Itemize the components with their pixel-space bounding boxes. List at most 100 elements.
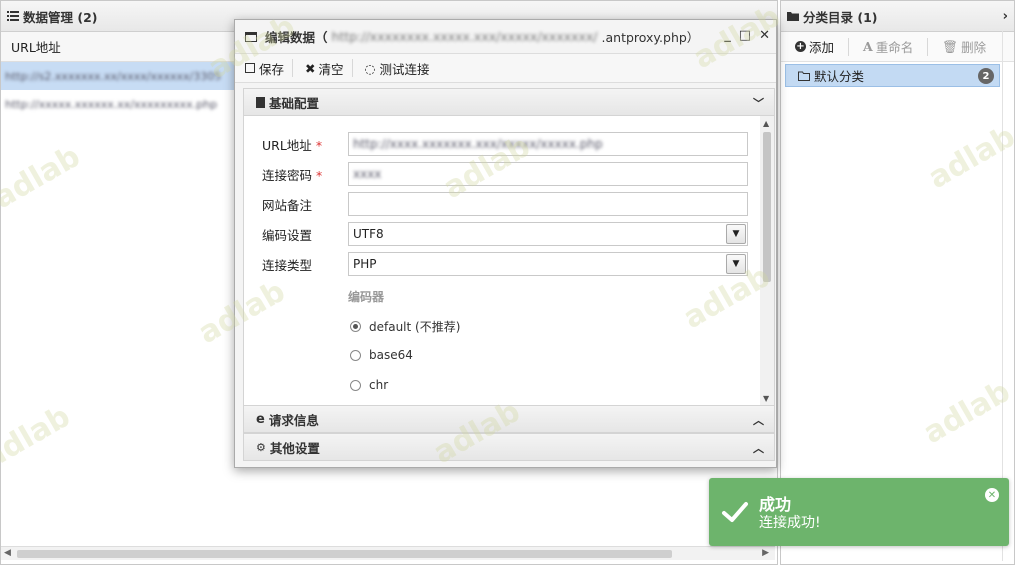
note-row: 网站备注 — [262, 192, 348, 216]
section-other-settings[interactable]: ⚙ 其他设置 ︿ — [243, 433, 775, 461]
list-icon — [7, 11, 19, 21]
radio-checked-icon[interactable] — [350, 321, 361, 332]
delete-category-button[interactable]: 🗑 删除 — [942, 37, 986, 56]
dialog-title-file: .antproxy.php） — [601, 30, 700, 45]
row-url: http://xxxxx.xxxxxx.xx/xxxxxxxxx.php — [5, 97, 218, 111]
category-count-badge: 2 — [978, 68, 994, 84]
spinner-icon: ◌ — [364, 60, 376, 76]
basic-config-form: URL地址 * http://xxxx.xxxxxxx.xxx/xxxxx/xxx… — [243, 116, 775, 406]
encoding-label: 编码设置 — [262, 227, 313, 243]
radio-unchecked-icon[interactable] — [350, 349, 361, 361]
password-row: 连接密码 * — [262, 162, 348, 186]
note-label: 网站备注 — [262, 197, 313, 213]
category-name: 默认分类 — [814, 69, 865, 84]
url-label: URL地址 * — [262, 137, 323, 153]
save-button[interactable]: 保存 — [245, 59, 284, 78]
encoder-radio-default[interactable]: default (不推荐) — [350, 318, 460, 335]
chevron-down-icon[interactable]: ▼ — [726, 224, 746, 244]
section-other-title: 其他设置 — [269, 440, 320, 456]
data-manager-title: 数据管理 (2) — [23, 9, 98, 25]
encoding-value: UTF8 — [353, 227, 384, 241]
type-select[interactable]: PHP ▼ — [348, 252, 748, 276]
dialog-titlebar[interactable]: 编辑数据（ http://xxxxxxxx.xxxxx.xxx/xxxxx/xx… — [235, 20, 776, 53]
toolbar-divider — [351, 59, 353, 77]
encoding-row: 编码设置 — [262, 222, 348, 246]
category-title: 分类目录 (1) — [803, 9, 878, 25]
scroll-right-icon[interactable]: ▶ — [762, 548, 769, 558]
minimize-icon[interactable]: _ — [724, 28, 731, 43]
edge-icon: e — [256, 411, 265, 427]
chevron-down-icon[interactable]: ﹀ — [753, 95, 764, 111]
type-label: 连接类型 — [262, 257, 313, 273]
scrollbar-thumb[interactable] — [17, 550, 672, 558]
horizontal-scrollbar[interactable]: ◀ ▶ — [1, 546, 775, 560]
floppy-icon — [245, 63, 255, 73]
radio-unchecked-icon[interactable] — [350, 379, 361, 391]
window-controls: _ □ ✕ — [724, 28, 770, 43]
test-label: 测试连接 — [379, 61, 430, 77]
chevron-down-icon[interactable]: ▼ — [726, 254, 746, 274]
trash-icon: 🗑 — [942, 38, 959, 54]
section-request-title: 请求信息 — [268, 412, 319, 428]
checkmark-icon — [722, 502, 748, 522]
chevron-up-icon[interactable]: ︿ — [753, 412, 764, 428]
category-toolbar: + 添加 A 重命名 🗑 删除 — [781, 32, 1014, 62]
edit-data-dialog: 编辑数据（ http://xxxxxxxx.xxxxx.xxx/xxxxx/xx… — [234, 19, 777, 468]
plus-circle-icon: + — [795, 41, 806, 52]
note-input[interactable] — [348, 192, 748, 216]
rename-category-button[interactable]: A 重命名 — [863, 37, 913, 56]
font-icon: A — [863, 39, 873, 54]
dialog-title-url: http://xxxxxxxx.xxxxx.xxx/xxxxx/xxxxxxx/ — [331, 29, 598, 44]
save-label: 保存 — [259, 61, 285, 77]
password-label: 连接密码 * — [262, 167, 323, 183]
url-input[interactable]: http://xxxx.xxxxxxx.xxx/xxxxx/xxxxx.php — [348, 132, 748, 156]
rename-label: 重命名 — [875, 40, 914, 55]
section-basic-title: 基础配置 — [269, 95, 320, 111]
scrollbar-thumb[interactable] — [763, 132, 771, 282]
scroll-left-icon[interactable]: ◀ — [4, 548, 11, 558]
clear-label: 清空 — [318, 61, 344, 77]
close-icon[interactable]: ✕ — [985, 488, 999, 502]
type-value: PHP — [353, 257, 377, 271]
toast-message: 连接成功! — [759, 515, 821, 531]
scroll-up-icon[interactable]: ▲ — [763, 119, 769, 128]
encoder-radio-chr[interactable]: chr — [350, 378, 388, 392]
form-scrollbar[interactable]: ▲ ▼ — [760, 116, 774, 405]
delete-label: 删除 — [961, 40, 987, 55]
toolbar-divider — [292, 59, 294, 77]
gears-icon: ⚙ — [256, 440, 266, 454]
close-icon[interactable]: ✕ — [759, 28, 770, 43]
success-toast: 成功 连接成功! ✕ — [709, 478, 1009, 546]
type-row: 连接类型 — [262, 252, 348, 276]
file-icon — [256, 96, 265, 108]
clear-button[interactable]: ✖ 清空 — [305, 59, 344, 78]
encoder-label: default (不推荐) — [369, 320, 461, 334]
toolbar-divider — [848, 37, 850, 56]
encoder-radio-base64[interactable]: base64 — [350, 348, 413, 362]
password-input[interactable]: xxxx — [348, 162, 748, 186]
section-basic-config[interactable]: 基础配置 ﹀ — [243, 88, 775, 116]
chevron-right-icon[interactable]: › — [1003, 9, 1008, 24]
chevron-up-icon[interactable]: ︿ — [753, 440, 764, 456]
test-connection-button[interactable]: ◌ 测试连接 — [365, 59, 430, 78]
encoder-title: 编码器 — [348, 290, 385, 304]
encoding-select[interactable]: UTF8 ▼ — [348, 222, 748, 246]
maximize-icon[interactable]: □ — [739, 28, 751, 43]
window-icon — [245, 31, 257, 42]
category-header: 分类目录 (1) › — [781, 1, 1014, 32]
add-label: 添加 — [809, 40, 835, 55]
row-url: http://s2.xxxxxxx.xx/xxxx/xxxxxx/3305 — [5, 69, 222, 83]
category-item-default[interactable]: 默认分类 2 — [785, 64, 1000, 87]
dialog-title-prefix: 编辑数据（ — [265, 30, 328, 45]
scroll-down-icon[interactable]: ▼ — [763, 394, 769, 403]
folder-open-icon — [798, 71, 810, 81]
section-request-info[interactable]: e 请求信息 ︿ — [243, 405, 775, 433]
password-input-value: xxxx — [353, 167, 382, 181]
encoder-label: chr — [369, 378, 389, 392]
x-icon: ✖ — [305, 60, 316, 76]
url-row: URL地址 * — [262, 132, 348, 156]
url-column-label: URL地址 — [11, 40, 61, 55]
encoder-label: base64 — [369, 348, 413, 362]
add-category-button[interactable]: + 添加 — [795, 37, 834, 56]
toolbar-divider — [927, 37, 929, 56]
